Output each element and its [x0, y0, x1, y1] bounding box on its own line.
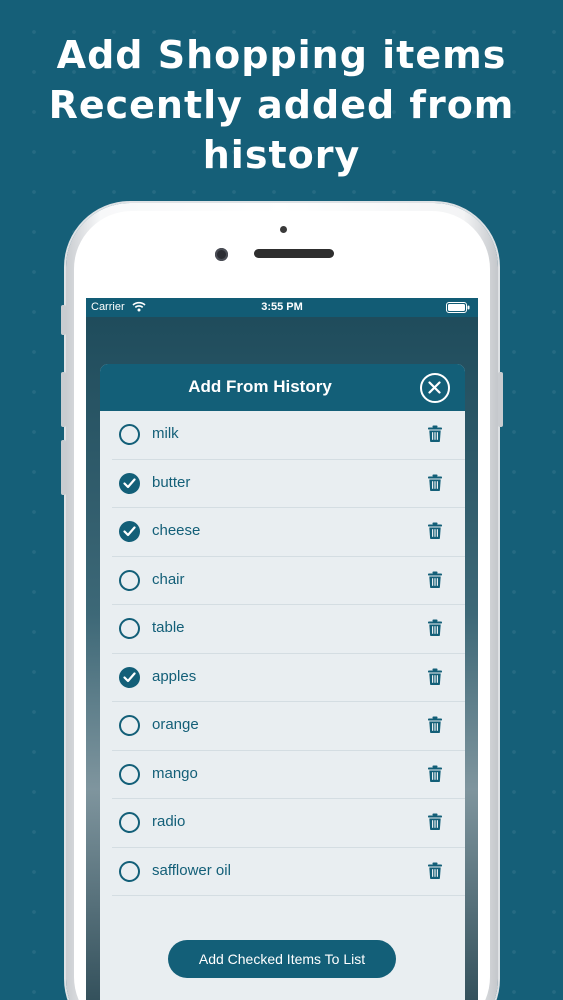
unchecked-circle-icon[interactable] [119, 860, 140, 882]
earpiece-speaker [254, 249, 334, 258]
item-label: safflower oil [152, 861, 231, 879]
unchecked-circle-icon[interactable] [119, 569, 140, 591]
list-item[interactable]: table [112, 605, 465, 654]
trash-icon[interactable] [428, 474, 442, 491]
item-label: radio [152, 813, 186, 830]
list-item[interactable]: radio [112, 799, 465, 848]
phone-screen: Carrier 3:55 PM Add From History milk but… [86, 298, 478, 1000]
item-label: apples [152, 667, 197, 685]
trash-icon[interactable] [428, 619, 442, 636]
trash-icon[interactable] [428, 813, 442, 830]
trash-icon[interactable] [428, 668, 442, 685]
promo-title: Add Shopping items Recently added from h… [0, 30, 563, 180]
list-item[interactable]: cheese [112, 508, 465, 557]
list-item[interactable]: orange [112, 702, 465, 751]
unchecked-circle-icon[interactable] [119, 618, 140, 639]
close-icon [428, 381, 441, 394]
trash-icon[interactable] [428, 716, 442, 733]
checked-circle-icon[interactable] [119, 521, 140, 542]
list-item[interactable]: milk [112, 411, 465, 460]
list-item[interactable]: chair [112, 557, 465, 605]
checked-circle-icon[interactable] [119, 666, 140, 688]
phone-volume-up-button [61, 372, 66, 427]
promo-title-line-2: Recently added from [48, 83, 515, 127]
modal-title: Add From History [188, 377, 332, 396]
history-item-list: milk butter cheese chair table apples orange ma… [100, 411, 465, 896]
item-label: mango [152, 764, 198, 782]
trash-icon[interactable] [428, 425, 442, 442]
unchecked-circle-icon[interactable] [119, 812, 140, 833]
front-camera-icon [215, 248, 228, 261]
status-bar: Carrier 3:55 PM [86, 298, 478, 317]
item-label: cheese [152, 522, 201, 539]
item-label: milk [152, 425, 179, 442]
add-from-history-modal: Add From History milk butter cheese chair ta… [100, 364, 465, 1000]
item-label: chair [152, 570, 185, 588]
phone-mute-switch [61, 305, 66, 335]
item-label: butter [152, 473, 191, 491]
unchecked-circle-icon[interactable] [119, 424, 140, 445]
phone-volume-down-button [61, 440, 66, 495]
item-label: orange [152, 716, 199, 733]
promo-title-line-3: history [202, 133, 361, 177]
trash-icon[interactable] [428, 571, 442, 588]
list-item[interactable]: safflower oil [112, 848, 465, 896]
unchecked-circle-icon[interactable] [119, 763, 140, 785]
promo-title-line-1: Add Shopping items [56, 33, 507, 77]
list-item[interactable]: butter [112, 460, 465, 508]
battery-icon [446, 302, 470, 313]
list-item[interactable]: mango [112, 751, 465, 799]
modal-header: Add From History [100, 364, 465, 411]
unchecked-circle-icon[interactable] [119, 715, 140, 736]
add-checked-items-button[interactable]: Add Checked Items To List [168, 940, 396, 978]
checked-circle-icon[interactable] [119, 472, 140, 494]
trash-icon[interactable] [428, 862, 442, 879]
trash-icon[interactable] [428, 522, 442, 539]
item-label: table [152, 619, 185, 636]
close-button[interactable] [420, 373, 450, 403]
phone-power-button [498, 372, 503, 427]
status-time: 3:55 PM [261, 301, 303, 313]
list-item[interactable]: apples [112, 654, 465, 702]
trash-icon[interactable] [428, 765, 442, 782]
proximity-sensor [280, 226, 287, 233]
